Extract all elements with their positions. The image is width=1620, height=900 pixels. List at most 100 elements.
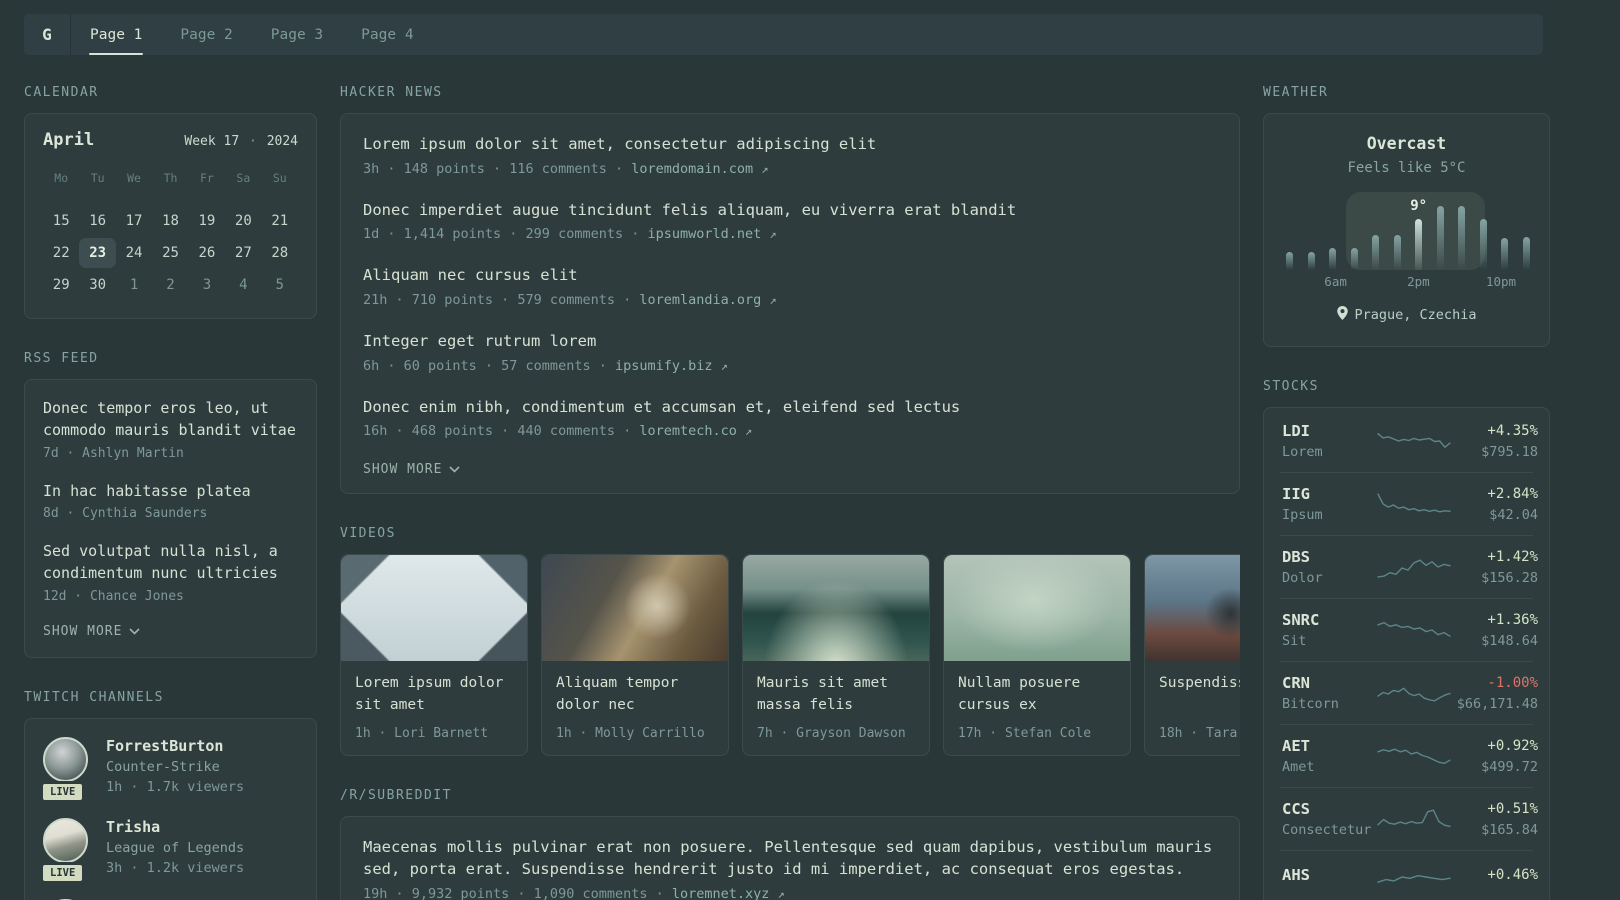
video-card[interactable]: Suspendisse diam 18h · Tara (1144, 554, 1240, 757)
chevron-down-icon (129, 624, 141, 639)
tab-page-3[interactable]: Page 3 (252, 14, 342, 55)
rss-item-title[interactable]: Donec tempor eros leo, ut commodo mauris… (43, 398, 298, 442)
rss-item-meta: 12d · Chance Jones (43, 588, 184, 604)
weekday-label: Th (163, 171, 178, 185)
stock-symbol: DBS (1282, 548, 1310, 566)
weather-bar (1372, 235, 1380, 270)
reddit-post-domain-link[interactable]: loremnet.xyz ↗ (672, 886, 785, 900)
stock-symbol: IIG (1282, 485, 1310, 503)
hn-item-meta: 21h · 710 points · 579 comments · loreml… (363, 292, 777, 309)
stock-row[interactable]: DBS Dolor +1.42% $156.28 (1280, 535, 1538, 598)
rss-item: In hac habitasse platea 8d · Cynthia Sau… (43, 481, 298, 522)
rss-show-more-button[interactable]: SHOW MORE (43, 624, 298, 639)
stock-price: $148.64 (1481, 632, 1538, 649)
stock-sparkline (1377, 621, 1451, 637)
stock-change: +1.42% (1487, 548, 1538, 565)
video-card[interactable]: Aliquam tempor dolor nec pharetra… 1h · … (541, 554, 729, 757)
channel-meta: 1h · 1.7k viewers (106, 778, 245, 795)
weather-bars: 9° (1284, 198, 1532, 270)
reddit-post-meta: 19h · 9,932 points · 1,090 comments · lo… (363, 885, 785, 900)
app-logo[interactable]: G (24, 14, 71, 55)
stock-sparkline (1377, 559, 1451, 578)
hn-item: Donec imperdiet augue tincidunt felis al… (363, 200, 1217, 243)
tab-page-4[interactable]: Page 4 (342, 14, 432, 55)
stock-symbol: AHS (1282, 866, 1310, 884)
weekday-label: We (127, 171, 141, 185)
rss-widget: RSS FEED Donec tempor eros leo, ut commo… (24, 351, 317, 658)
stock-row[interactable]: LDI Lorem +4.35% $795.18 (1280, 410, 1538, 472)
video-thumbnail[interactable] (1145, 555, 1240, 662)
video-title[interactable]: Aliquam tempor dolor nec pharetra… (556, 673, 714, 717)
videos-widget: VIDEOS Lorem ipsum dolor sit amet consec… (340, 526, 1240, 757)
weekday-label: Sa (236, 171, 251, 185)
stocks-list: LDI Lorem +4.35% $795.18 IIG Ipsum +2.84… (1263, 407, 1550, 900)
stock-symbol: CCS (1282, 800, 1310, 818)
hn-item: Aliquam nec cursus elit 21h · 710 points… (363, 265, 1217, 308)
hn-item-title[interactable]: Donec enim nibh, condimentum et accumsan… (363, 397, 1217, 419)
weather-bar (1522, 236, 1530, 270)
hn-item-title[interactable]: Lorem ipsum dolor sit amet, consectetur … (363, 134, 1217, 156)
weather-bar (1286, 252, 1293, 270)
stock-row[interactable]: CCS Consectetur +0.51% $165.84 (1280, 787, 1538, 850)
video-card[interactable]: Lorem ipsum dolor sit amet consectetu… 1… (340, 554, 528, 757)
stock-row[interactable]: IIG Ipsum +2.84% $42.04 (1280, 472, 1538, 535)
video-title[interactable]: Nullam posuere cursus ex (958, 673, 1116, 717)
weather-bar (1307, 252, 1315, 270)
rss-item-title[interactable]: In hac habitasse platea (43, 481, 298, 503)
hn-item-domain-link[interactable]: ipsumworld.net ↗ (647, 226, 776, 242)
calendar-day: 5 (275, 277, 284, 293)
stock-row[interactable]: AHS +0.46% (1280, 850, 1538, 900)
video-title[interactable]: Lorem ipsum dolor sit amet consectetu… (355, 673, 513, 717)
weather-location-text: Prague, Czechia (1354, 307, 1477, 323)
weather-x-label: 6am (1324, 274, 1347, 289)
hn-item-title[interactable]: Donec imperdiet augue tincidunt felis al… (363, 200, 1217, 222)
tab-page-2[interactable]: Page 2 (161, 14, 251, 55)
video-card[interactable]: Mauris sit amet massa felis 7h · Grayson… (742, 554, 930, 757)
hacker-news-widget-title: HACKER NEWS (340, 85, 443, 100)
twitch-channel-row[interactable]: LIVE ForrestBurton Counter-Strike 1h · 1… (40, 736, 298, 803)
stock-change: +0.51% (1487, 800, 1538, 817)
calendar-day: 27 (234, 245, 252, 261)
tab-page-1[interactable]: Page 1 (71, 14, 161, 55)
stock-row[interactable]: CRN Bitcorn -1.00% $66,171.48 (1280, 661, 1538, 724)
video-carousel: Lorem ipsum dolor sit amet consectetu… 1… (340, 554, 1240, 757)
calendar-widget-title: CALENDAR (24, 85, 99, 100)
channel-name[interactable]: Trisha (106, 818, 244, 836)
show-more-label: SHOW MORE (363, 462, 443, 478)
stock-symbol: LDI (1282, 422, 1310, 440)
video-thumbnail[interactable] (341, 555, 527, 662)
hn-item-meta: 1d · 1,414 points · 299 comments · ipsum… (363, 226, 777, 243)
hn-item-domain-link[interactable]: ipsumify.biz ↗ (615, 358, 728, 374)
stock-change: +1.36% (1487, 611, 1538, 628)
stock-name: Lorem (1282, 444, 1323, 460)
video-thumbnail[interactable] (542, 555, 728, 662)
stocks-widget-title: STOCKS (1263, 379, 1319, 394)
video-meta: 1h · Lori Barnett (355, 726, 489, 742)
reddit-post-title[interactable]: Maecenas mollis pulvinar erat non posuer… (363, 837, 1217, 880)
twitch-widget-title: TWITCH CHANNELS (24, 689, 164, 705)
video-title[interactable]: Suspendisse diam (1159, 673, 1240, 717)
video-thumbnail[interactable] (743, 555, 929, 662)
rss-item-title[interactable]: Sed volutpat nulla nisl, a condimentum n… (43, 541, 298, 585)
calendar-day: 18 (162, 213, 179, 229)
location-pin-icon (1336, 306, 1348, 324)
stock-change: +0.92% (1487, 737, 1538, 754)
hn-item-domain-link[interactable]: loremtech.co ↗ (639, 423, 752, 439)
video-title[interactable]: Mauris sit amet massa felis (757, 673, 915, 717)
channel-name[interactable]: ForrestBurton (106, 737, 244, 755)
videos-widget-title: VIDEOS (340, 526, 396, 542)
hn-show-more-button[interactable]: SHOW MORE (363, 462, 1217, 477)
hn-item-title[interactable]: Integer eget rutrum lorem (363, 331, 1217, 353)
external-link-icon: ↗ (720, 358, 728, 373)
twitch-channel-row[interactable]: LIVE Trisha League of Legends 3h · 1.2k … (40, 817, 298, 884)
weather-bar (1436, 206, 1444, 270)
hn-item-domain-link[interactable]: loremlandia.org ↗ (639, 292, 776, 308)
weather-location: Prague, Czechia (1284, 306, 1529, 324)
stock-row[interactable]: AET Amet +0.92% $499.72 (1280, 724, 1538, 787)
stocks-widget: STOCKS LDI Lorem +4.35% $795.18 IIG Ipsu… (1263, 379, 1550, 900)
video-thumbnail[interactable] (944, 555, 1130, 662)
stock-row[interactable]: SNRC Sit +1.36% $148.64 (1280, 598, 1538, 661)
video-card[interactable]: Nullam posuere cursus ex 17h · Stefan Co… (943, 554, 1131, 757)
hn-item-title[interactable]: Aliquam nec cursus elit (363, 265, 1217, 287)
hn-item-domain-link[interactable]: loremdomain.com ↗ (631, 161, 768, 177)
